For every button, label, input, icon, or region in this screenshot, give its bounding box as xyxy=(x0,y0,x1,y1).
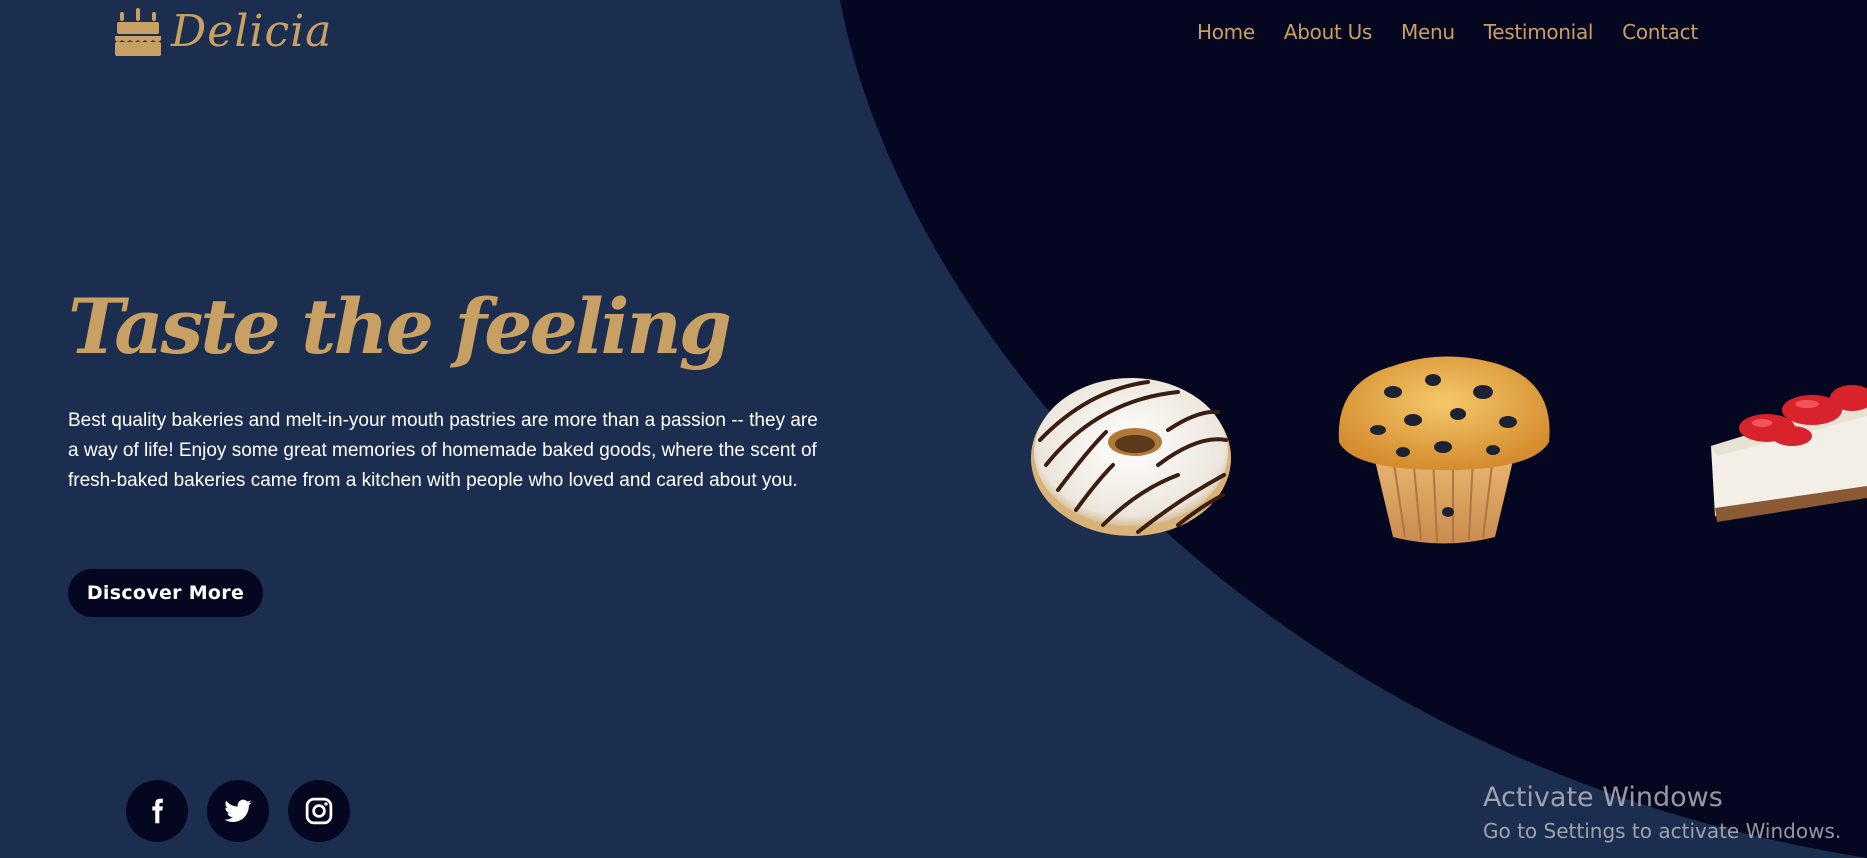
social-links xyxy=(126,780,350,842)
watermark-title: Activate Windows xyxy=(1483,782,1723,813)
cheesecake-image xyxy=(1711,385,1867,522)
hero-description: Best quality bakeries and melt-in-your m… xyxy=(68,410,818,491)
watermark-subtitle: Go to Settings to activate Windows. xyxy=(1483,819,1842,843)
twitter-button[interactable] xyxy=(207,780,269,842)
brand-name: Delicia xyxy=(171,6,333,57)
activate-windows-watermark: Activate Windows Go to Settings to activ… xyxy=(1483,780,1841,846)
muffin-image xyxy=(1338,356,1550,544)
nav-about-us[interactable]: About Us xyxy=(1284,20,1372,44)
twitter-icon xyxy=(224,799,252,823)
landing-page: Delicia Home About Us Menu Testimonial C… xyxy=(0,0,1867,858)
instagram-icon xyxy=(305,797,333,825)
discover-more-button[interactable]: Discover More xyxy=(68,569,263,617)
nav-testimonial[interactable]: Testimonial xyxy=(1484,20,1594,44)
brand-logo[interactable]: Delicia xyxy=(113,6,332,57)
hero-title: Taste the feeling xyxy=(68,282,732,371)
donut-image xyxy=(1031,378,1231,536)
main-nav: Home About Us Menu Testimonial Contact xyxy=(1197,20,1727,44)
cake-icon xyxy=(115,7,161,56)
facebook-icon xyxy=(152,798,163,824)
nav-menu[interactable]: Menu xyxy=(1401,20,1455,44)
instagram-button[interactable] xyxy=(288,780,350,842)
nav-home[interactable]: Home xyxy=(1197,20,1255,44)
facebook-button[interactable] xyxy=(126,780,188,842)
nav-contact[interactable]: Contact xyxy=(1622,20,1698,44)
